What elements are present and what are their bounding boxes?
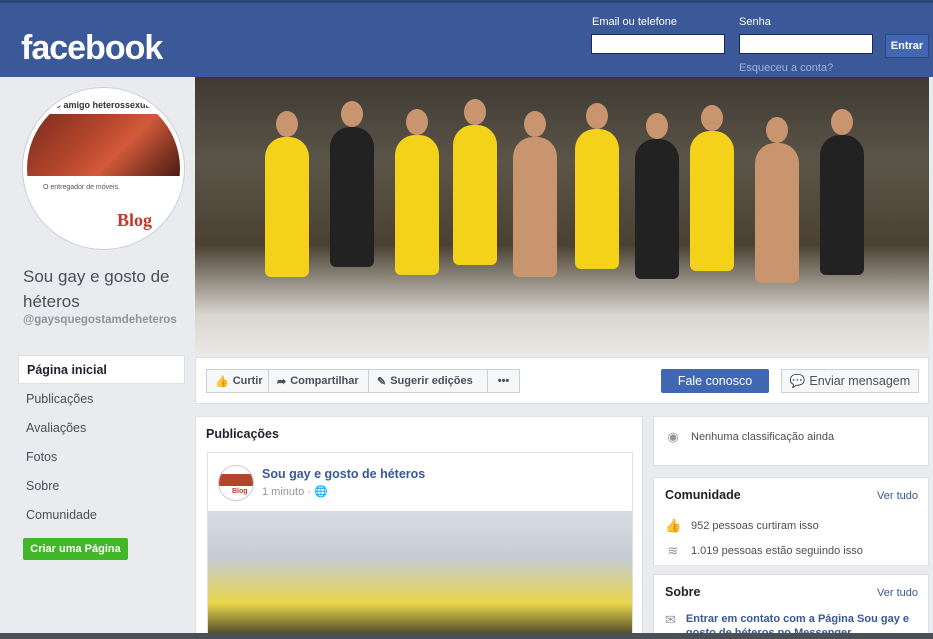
cover-figure [635, 113, 679, 279]
send-message-label: Enviar mensagem [809, 374, 911, 388]
community-card: Comunidade Ver tudo 👍 952 pessoas curtira… [653, 477, 929, 566]
top-bar: facebook Email ou telefone Senha Entrar … [0, 0, 933, 77]
cover-figure [820, 109, 864, 275]
cover-figure [395, 109, 439, 275]
email-label: Email ou telefone [592, 16, 677, 28]
page-title: Sou gay e gosto de héteros [23, 267, 170, 311]
page-handle: @gaysquegostamdeheteros [23, 314, 177, 326]
thumbs-up-icon: 👍 [215, 375, 229, 388]
cover-figure [575, 103, 619, 269]
cover-figure [755, 117, 799, 283]
rating-card: ◉ Nenhuma classificação ainda [653, 416, 929, 466]
password-input[interactable] [739, 34, 873, 54]
suggest-label: Sugerir edições [390, 375, 473, 387]
avatar-caption: O entregador de móveis. [43, 184, 121, 191]
about-heading: Sobre [665, 585, 701, 599]
globe-icon: 🌐 [313, 486, 328, 498]
follows-text: 1.019 pessoas estão seguindo isso [691, 545, 863, 557]
likes-text: 952 pessoas curtiram isso [691, 520, 819, 532]
post-time-text: 1 minuto · [262, 486, 311, 498]
share-icon: ➦ [277, 375, 287, 388]
cover-figure [513, 111, 557, 277]
avatar-header-text: O amigo heterossexual [53, 100, 154, 110]
pencil-icon: ✎ [377, 375, 387, 388]
about-see-all-link[interactable]: Ver tudo [877, 587, 918, 599]
nav-item-community[interactable]: Comunidade [18, 500, 185, 529]
cover-figure [690, 105, 734, 271]
nav-item-photos[interactable]: Fotos [18, 442, 185, 471]
cover-figure [453, 99, 497, 265]
avatar-photo [27, 114, 180, 176]
email-input[interactable] [591, 34, 725, 54]
messenger-icon: ✉ [665, 612, 676, 627]
posts-heading: Publicações [206, 427, 279, 441]
post-avatar[interactable]: Blog [218, 465, 254, 501]
community-heading: Comunidade [665, 488, 741, 502]
rating-text: Nenhuma classificação ainda [691, 431, 835, 443]
rating-row: ◉ Nenhuma classificação ainda [665, 429, 834, 445]
password-label: Senha [739, 16, 771, 28]
thumbs-up-icon: 👍 [665, 518, 682, 533]
rating-icon: ◉ [667, 429, 679, 444]
share-label: Compartilhar [290, 375, 359, 387]
browser-bottom-bar [0, 633, 933, 639]
nav-item-posts[interactable]: Publicações [18, 384, 185, 413]
post-photo[interactable] [208, 511, 632, 639]
send-message-button[interactable]: 💬 Enviar mensagem [781, 369, 919, 393]
post-timestamp[interactable]: 1 minuto · 🌐 [262, 485, 328, 498]
about-card: Sobre Ver tudo ✉ Entrar em contato com a … [653, 574, 929, 639]
suggest-edits-button[interactable]: ✎ Sugerir edições [368, 369, 488, 393]
avatar-blog-brand: Blog [117, 210, 153, 230]
nav-item-reviews[interactable]: Avaliações [18, 413, 185, 442]
post-avatar-brand: Blog [232, 488, 248, 495]
login-button[interactable]: Entrar [885, 34, 929, 58]
messenger-icon: 💬 [789, 373, 806, 388]
page-nav: Página inicial Publicações Avaliações Fo… [18, 355, 185, 529]
facebook-logo[interactable]: facebook [21, 29, 163, 68]
contact-us-button[interactable]: Fale conosco [661, 369, 769, 393]
page-action-bar: 👍 Curtir ➦ Compartilhar ✎ Sugerir edições •… [195, 357, 929, 404]
cover-figure [265, 111, 309, 277]
post-author-link[interactable]: Sou gay e gosto de héteros [262, 467, 425, 481]
post-card: Blog Sou gay e gosto de héteros 1 minuto… [207, 452, 633, 639]
likes-row: 👍 952 pessoas curtiram isso [665, 518, 819, 534]
create-page-button[interactable]: Criar uma Página [23, 538, 128, 560]
nav-item-about[interactable]: Sobre [18, 471, 185, 500]
posts-section: Publicações Blog Sou gay e gosto de héte… [195, 416, 643, 639]
more-options-button[interactable]: ••• [487, 369, 520, 393]
cover-photo[interactable] [195, 77, 929, 357]
share-button[interactable]: ➦ Compartilhar [268, 369, 369, 393]
follows-row: ≋ 1.019 pessoas estão seguindo isso [665, 543, 863, 559]
like-button[interactable]: 👍 Curtir [206, 369, 269, 393]
cover-figure [330, 101, 374, 267]
forgot-account-link[interactable]: Esqueceu a conta? [739, 62, 833, 74]
like-label: Curtir [232, 375, 263, 387]
rss-icon: ≋ [667, 543, 679, 558]
profile-picture[interactable]: O amigo heterossexual O entregador de mó… [23, 88, 184, 249]
nav-item-home[interactable]: Página inicial [18, 355, 185, 384]
community-see-all-link[interactable]: Ver tudo [877, 490, 918, 502]
